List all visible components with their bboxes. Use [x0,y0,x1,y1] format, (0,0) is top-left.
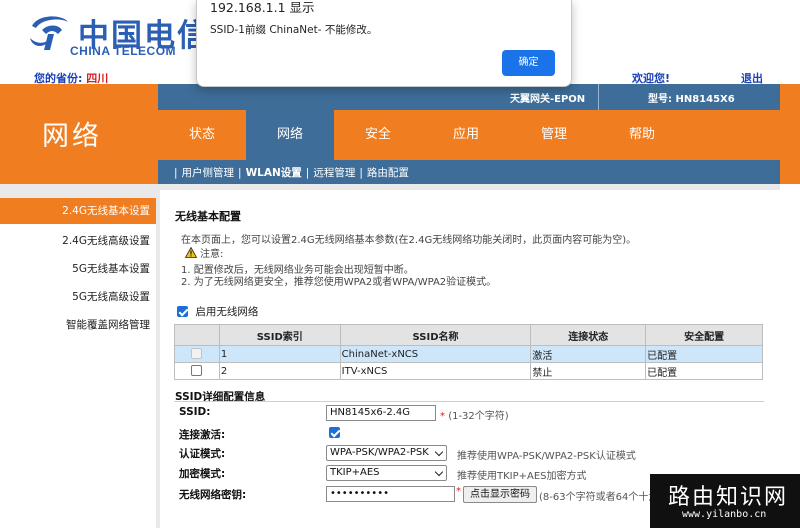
ssid-security: 已配置 [645,345,763,363]
sidebar-top-divider [0,184,156,198]
ssid-table: SSID索引 SSID名称 连接状态 安全配置 1 ChinaNet-xNCS … [174,324,763,380]
subnav-item-remote[interactable]: 远程管理 [313,167,355,179]
logo-english-text: CHINA TELECOM [70,44,177,58]
table-row[interactable]: 2 ITV-xNCS 禁止 已配置 [174,362,763,380]
detail-divider [174,401,764,402]
encrypt-mode-label: 加密模式: [179,468,226,480]
device-info-divider [598,84,599,110]
sub-nav-separator: | [305,167,310,179]
encrypt-mode-hint: 推荐使用TKIP+AES加密方式 [457,471,587,482]
encrypt-mode-value: TKIP+AES [330,467,380,478]
note-item: 2. 为了无线网络更安全，推荐您使用WPA2或者WPA/WPA2验证模式。 [181,277,497,288]
alert-dialog: 192.168.1.1 显示 SSID-1前缀 ChinaNet- 不能修改。 … [196,0,572,87]
auth-mode-hint: 推荐使用WPA-PSK/WPA2-PSK认证模式 [457,451,636,462]
column-header-select [174,324,220,346]
table-header-row: SSID索引 SSID名称 连接状态 安全配置 [174,324,763,346]
ssid-index: 2 [218,362,341,380]
ssid-status: 禁止 [530,362,647,380]
enable-wireless-label: 启用无线网络 [195,306,259,318]
show-password-button[interactable]: 点击显示密码 [463,486,537,503]
tab-status[interactable]: 状态 [158,110,246,160]
warning-icon [185,247,197,258]
row-select-checkbox[interactable] [191,365,203,376]
telecom-logo-icon [30,16,68,50]
sidebar-item-24g-advanced[interactable]: 2.4G无线高级设置 [62,233,150,248]
ssid-name: ChinaNet-xNCS [339,345,532,363]
ssid-index: 1 [218,345,341,363]
ssid-input[interactable]: HN8145x6-2.4G [326,405,436,421]
device-model: 型号: HN8145X6 [648,94,735,105]
sub-nav-separator: | [174,167,178,179]
sub-nav-separator: | [238,167,242,179]
activate-checkbox[interactable] [329,427,340,438]
sub-nav-separator: | [359,167,363,179]
notice-row: 注意: [185,245,223,260]
required-mark: * [440,411,445,422]
sub-nav: | 用户侧管理 | WLAN设置 | 远程管理 | 路由配置 [158,160,780,184]
sub-nav-items: | 用户侧管理 | WLAN设置 | 远程管理 | 路由配置 [170,165,409,180]
ssid-status: 激活 [530,345,647,363]
enable-wireless-row: 启用无线网络 [177,304,258,319]
nav-active-extension [246,84,334,110]
content-top-divider [160,184,780,190]
auth-mode-value: WPA-PSK/WPA2-PSK [330,447,429,458]
watermark-title: 路由知识网 [668,485,789,510]
subnav-item-wlan[interactable]: WLAN设置 [246,167,302,179]
row-select-checkbox[interactable] [191,348,203,359]
alert-title: 192.168.1.1 显示 [210,0,315,15]
auth-mode-select[interactable]: WPA-PSK/WPA2-PSK [326,445,447,461]
subnav-item-routing[interactable]: 路由配置 [367,167,409,179]
tab-application[interactable]: 应用 [422,110,510,160]
alert-message: SSID-1前缀 ChinaNet- 不能修改。 [210,24,378,36]
notice-label: 注意: [200,249,224,260]
main-nav: 状态 网络 安全 应用 管理 帮助 [158,84,780,160]
subnav-item-lan[interactable]: 用户侧管理 [182,167,235,179]
sidebar-item-smart-coverage[interactable]: 智能覆盖网络管理 [66,317,150,332]
page-title: 无线基本配置 [175,210,241,223]
sidebar-item-5g-basic[interactable]: 5G无线基本设置 [72,261,150,276]
column-header-index: SSID索引 [218,324,341,346]
intro-text: 在本页面上，您可以设置2.4G无线网络基本参数(在2.4G无线网络功能关闭时，此… [181,235,637,246]
chevron-down-icon [434,447,444,457]
tab-security[interactable]: 安全 [334,110,422,160]
row-select-cell [174,362,220,380]
watermark: 路由知识网 www.yilanbo.cn [650,474,800,528]
banner-right-edge [780,84,800,184]
column-header-name: SSID名称 [339,324,532,346]
tab-network[interactable]: 网络 [246,110,334,160]
section-title: 网络 [42,121,102,152]
wifi-key-label: 无线网络密钥: [179,489,247,501]
wifi-key-input[interactable]: •••••••••• [326,486,455,502]
auth-mode-label: 认证模式: [179,448,226,460]
ssid-hint: * (1-32个字符) [440,407,509,422]
tab-management[interactable]: 管理 [510,110,598,160]
device-name: 天翼网关-EPON [510,94,586,105]
encrypt-mode-select[interactable]: TKIP+AES [326,465,447,481]
column-header-status: 连接状态 [530,324,647,346]
ssid-name: ITV-xNCS [339,362,532,380]
activate-label: 连接激活: [179,429,226,441]
alert-ok-button[interactable]: 确定 [502,50,555,76]
sidebar-item-5g-advanced[interactable]: 5G无线高级设置 [72,289,150,304]
ssid-label: SSID: [179,406,211,418]
chevron-down-icon [434,467,444,477]
column-header-security: 安全配置 [645,324,763,346]
enable-wireless-checkbox[interactable] [177,306,188,317]
ssid-security: 已配置 [645,362,763,380]
row-select-cell [174,345,220,363]
watermark-url: www.yilanbo.cn [682,509,767,520]
required-asterisk: * [456,486,461,497]
required-mark: * [456,486,461,497]
table-row[interactable]: 1 ChinaNet-xNCS 激活 已配置 [174,345,763,363]
china-telecom-logo: 中国电信 CHINA TELECOM [28,10,208,60]
wifi-key-hint: (8-63个字符或者64个十六 [539,492,659,503]
sidebar-item-24g-basic[interactable]: 2.4G无线基本设置 [0,198,156,224]
tab-help[interactable]: 帮助 [598,110,686,160]
ssid-hint-text: (1-32个字符) [448,411,509,422]
sidebar: 2.4G无线基本设置 2.4G无线高级设置 5G无线基本设置 5G无线高级设置 … [0,184,156,528]
